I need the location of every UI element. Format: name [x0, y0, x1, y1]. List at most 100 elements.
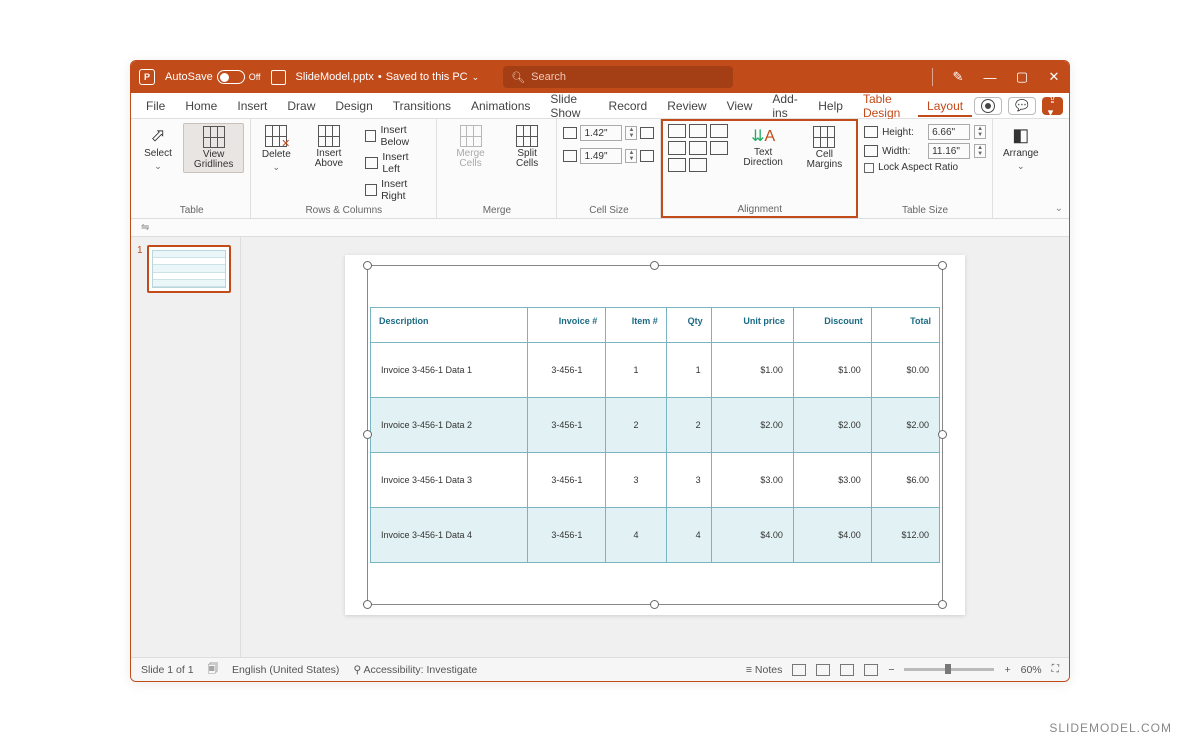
- zoom-level[interactable]: 60%: [1021, 664, 1042, 676]
- close-button[interactable]: ✕: [1047, 69, 1061, 85]
- search-icon: 🔍︎: [511, 71, 525, 84]
- align-mid-right-button[interactable]: [710, 141, 728, 155]
- cell-margins-label: Cell Margins: [802, 150, 847, 170]
- qat-dropdown[interactable]: ⇋: [141, 222, 149, 233]
- chevron-down-icon[interactable]: ⌄: [472, 72, 480, 83]
- group-alignment: ⇊A Text Direction Cell Margins Alignment: [661, 119, 858, 218]
- menu-file[interactable]: File: [137, 95, 174, 117]
- align-top-left-button[interactable]: [668, 124, 686, 138]
- autosave-state: Off: [249, 72, 261, 82]
- insert-left-button[interactable]: Insert Left: [363, 150, 431, 176]
- slide: Description Invoice # Item # Qty Unit pr…: [345, 255, 965, 615]
- language-indicator[interactable]: English (United States): [232, 664, 339, 676]
- slide-canvas[interactable]: Description Invoice # Item # Qty Unit pr…: [241, 237, 1069, 657]
- selection-handle[interactable]: [938, 261, 947, 270]
- select-button[interactable]: ⬀ Select ⌄: [139, 123, 177, 174]
- align-mid-left-button[interactable]: [668, 141, 686, 155]
- zoom-out-button[interactable]: −: [888, 664, 894, 676]
- arrange-icon: ◧: [1012, 125, 1029, 146]
- comments-button[interactable]: 💬: [1008, 97, 1036, 115]
- accessibility-indicator[interactable]: ⚲ Accessibility: Investigate: [353, 664, 477, 676]
- maximize-button[interactable]: ▢: [1015, 69, 1029, 85]
- group-arrange-label: [1019, 205, 1022, 216]
- zoom-in-button[interactable]: +: [1004, 664, 1010, 676]
- table-width-spinner[interactable]: ▲▼: [974, 144, 986, 158]
- menu-review[interactable]: Review: [658, 95, 715, 117]
- insert-below-button[interactable]: Insert Below: [363, 123, 431, 149]
- thumbnail-panel: 1: [131, 237, 241, 657]
- menu-design[interactable]: Design: [326, 95, 381, 117]
- delete-label: Delete: [262, 149, 291, 160]
- chevron-down-icon: ⌄: [154, 161, 162, 172]
- slideshow-view-button[interactable]: [864, 664, 878, 676]
- selection-handle[interactable]: [363, 261, 372, 270]
- menu-view[interactable]: View: [718, 95, 762, 117]
- select-label: Select: [144, 148, 172, 159]
- save-icon[interactable]: [271, 70, 286, 85]
- sorter-view-button[interactable]: [816, 664, 830, 676]
- table-height-input[interactable]: 6.66": [928, 124, 970, 140]
- group-alignment-label: Alignment: [738, 204, 782, 215]
- menu-home[interactable]: Home: [176, 95, 226, 117]
- menu-draw[interactable]: Draw: [278, 95, 324, 117]
- split-cells-button[interactable]: Split Cells: [504, 123, 551, 171]
- insert-right-button[interactable]: Insert Right: [363, 177, 431, 203]
- share-button[interactable]: ⇪ ▾: [1042, 97, 1063, 115]
- table-width-input[interactable]: 11.16": [928, 143, 970, 159]
- table-height-label: Height:: [882, 127, 924, 138]
- align-bot-center-button[interactable]: [689, 158, 707, 172]
- ribbon-collapse-button[interactable]: ⌄: [1049, 119, 1069, 218]
- row-height-input[interactable]: 1.42": [580, 125, 622, 141]
- text-direction-button[interactable]: ⇊A Text Direction: [734, 124, 791, 170]
- menu-animations[interactable]: Animations: [462, 95, 539, 117]
- selection-handle[interactable]: [363, 430, 372, 439]
- align-mid-center-button[interactable]: [689, 141, 707, 155]
- row-height-spinner[interactable]: ▲▼: [625, 126, 637, 140]
- slide-indicator[interactable]: Slide 1 of 1: [141, 664, 194, 676]
- notes-icon[interactable]: 🗐: [208, 661, 219, 679]
- align-top-center-button[interactable]: [689, 124, 707, 138]
- menu-layout[interactable]: Layout: [918, 95, 972, 117]
- slide-thumbnail-1[interactable]: [147, 245, 231, 293]
- merge-cells-button[interactable]: Merge Cells: [443, 123, 497, 171]
- toggle-icon[interactable]: [217, 70, 245, 84]
- col-width-spinner[interactable]: ▲▼: [625, 149, 637, 163]
- distribute-rows-icon[interactable]: [640, 127, 654, 139]
- notes-button[interactable]: ≡ Notes: [746, 664, 782, 676]
- minimize-button[interactable]: —: [983, 70, 997, 85]
- document-title[interactable]: SlideModel.pptx • Saved to this PC ⌄: [296, 71, 480, 83]
- zoom-slider[interactable]: [904, 668, 994, 671]
- delete-button[interactable]: ✕ Delete ⌄: [257, 123, 295, 175]
- normal-view-button[interactable]: [792, 664, 806, 676]
- distribute-cols-icon[interactable]: [640, 150, 654, 162]
- selection-handle[interactable]: [650, 600, 659, 609]
- group-merge-label: Merge: [483, 205, 511, 216]
- selection-handle[interactable]: [938, 430, 947, 439]
- menu-help[interactable]: Help: [809, 95, 852, 117]
- menu-insert[interactable]: Insert: [228, 95, 276, 117]
- arrange-button[interactable]: ◧ Arrange ⌄: [999, 123, 1043, 174]
- col-width-input[interactable]: 1.49": [580, 148, 622, 164]
- pen-icon[interactable]: ✎: [951, 69, 965, 85]
- lock-aspect-checkbox[interactable]: Lock Aspect Ratio: [864, 162, 958, 173]
- selection-handle[interactable]: [938, 600, 947, 609]
- align-top-right-button[interactable]: [710, 124, 728, 138]
- selection-handle[interactable]: [363, 600, 372, 609]
- selection-handle[interactable]: [650, 261, 659, 270]
- table-height-spinner[interactable]: ▲▼: [974, 125, 986, 139]
- fit-to-window-button[interactable]: ⛶: [1052, 663, 1059, 676]
- menu-record[interactable]: Record: [600, 95, 657, 117]
- menu-transitions[interactable]: Transitions: [384, 95, 460, 117]
- view-gridlines-button[interactable]: View Gridlines: [183, 123, 244, 173]
- autosave-toggle[interactable]: AutoSave Off: [165, 70, 261, 84]
- cell-margins-button[interactable]: Cell Margins: [798, 124, 851, 172]
- record-button[interactable]: [974, 97, 1002, 115]
- reading-view-button[interactable]: [840, 664, 854, 676]
- merge-label: Merge Cells: [447, 149, 493, 169]
- search-input[interactable]: 🔍︎ Search: [503, 66, 733, 88]
- align-bot-left-button[interactable]: [668, 158, 686, 172]
- watermark: SLIDEMODEL.COM: [1049, 721, 1172, 735]
- table-height-icon: [864, 126, 878, 138]
- insert-above-label: Insert Above: [305, 149, 352, 169]
- insert-above-button[interactable]: Insert Above: [301, 123, 356, 171]
